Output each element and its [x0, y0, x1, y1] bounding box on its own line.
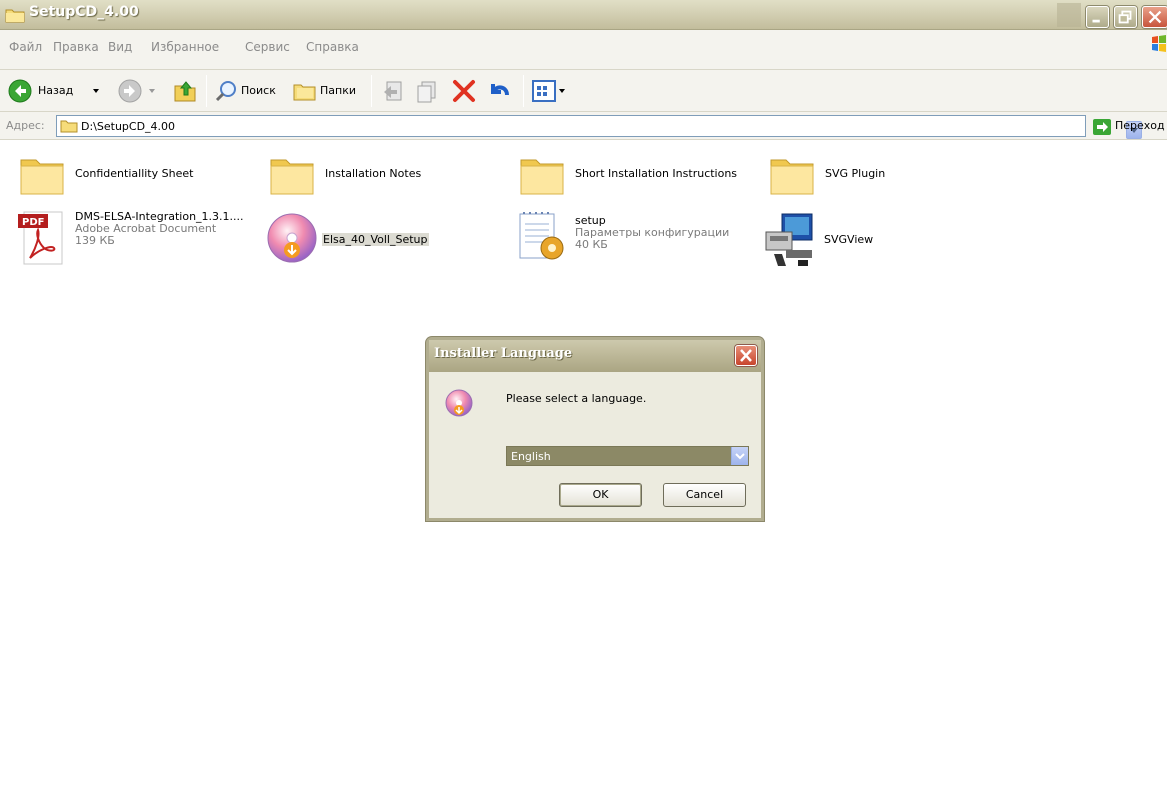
cancel-button[interactable]: Cancel: [663, 483, 746, 507]
undo-icon[interactable]: [486, 78, 512, 107]
toolbar: Назад Поиск Папки: [0, 70, 1167, 112]
window-title: SetupCD_4.00: [29, 4, 139, 20]
go-arrow-icon[interactable]: [1092, 118, 1112, 139]
delete-icon[interactable]: [451, 78, 477, 107]
folder-icon: [5, 7, 25, 26]
toolbar-separator: [206, 75, 207, 107]
forward-arrow-icon[interactable]: [118, 79, 142, 106]
address-path: D:\SetupCD_4.00: [81, 120, 176, 133]
back-dropdown-icon[interactable]: [92, 85, 100, 98]
folder-icon: [18, 150, 66, 201]
language-select[interactable]: English: [506, 446, 749, 466]
go-button-label[interactable]: Переход: [1115, 119, 1165, 132]
dialog-title: Installer Language: [434, 346, 573, 361]
installer-disc-icon: [445, 388, 473, 421]
forward-dropdown-icon[interactable]: [148, 85, 156, 98]
restore-button[interactable]: [1114, 6, 1137, 28]
title-bar-shade: [1057, 3, 1081, 27]
close-icon: [740, 349, 752, 362]
menu-view[interactable]: Вид: [108, 40, 132, 54]
installer-disc-icon: [266, 210, 318, 269]
up-folder-icon[interactable]: [172, 78, 198, 107]
toolbar-separator: [523, 75, 524, 107]
file-name: Installation Notes: [325, 167, 422, 180]
menu-help[interactable]: Справка: [306, 40, 359, 54]
menu-bar: Файл Правка Вид Избранное Сервис Справка: [0, 30, 1167, 70]
dialog-title-bar: Installer Language: [429, 340, 761, 372]
search-icon[interactable]: [215, 79, 239, 106]
title-bar: SetupCD_4.00: [0, 0, 1167, 30]
move-to-icon[interactable]: [381, 78, 407, 107]
ok-button[interactable]: OK: [559, 483, 642, 507]
file-name: SVG Plugin: [825, 167, 886, 180]
file-size: 40 КБ: [575, 238, 608, 251]
folder-icon: [268, 150, 316, 201]
copy-to-icon[interactable]: [414, 78, 440, 107]
folders-button-label[interactable]: Папки: [320, 84, 356, 97]
menu-edit[interactable]: Правка: [53, 40, 99, 54]
file-name: Confidentiallity Sheet: [75, 167, 194, 180]
file-name: Elsa_40_Voll_Setup: [322, 233, 429, 246]
file-name: SVGView: [824, 233, 874, 246]
dialog-close-button[interactable]: [735, 345, 757, 366]
minimize-button[interactable]: [1086, 6, 1109, 28]
menu-tools[interactable]: Сервис: [245, 40, 290, 54]
views-icon[interactable]: [532, 79, 566, 106]
config-file-icon: [516, 210, 568, 269]
computer-install-icon: [764, 210, 818, 271]
menu-file[interactable]: Файл: [9, 40, 42, 54]
folder-icon: [518, 150, 566, 201]
menu-favorites[interactable]: Избранное: [151, 40, 219, 54]
back-button-label[interactable]: Назад: [38, 84, 73, 97]
file-size: 139 КБ: [75, 234, 115, 247]
svg-text:PDF: PDF: [22, 217, 44, 228]
dialog-message: Please select a language.: [506, 392, 647, 405]
language-select-value: English: [511, 450, 551, 463]
close-window-button[interactable]: [1142, 6, 1167, 28]
search-button-label[interactable]: Поиск: [241, 84, 276, 97]
address-bar: Адрес: D:\SetupCD_4.00 Переход: [0, 112, 1167, 140]
installer-language-dialog: Installer Language Please select a langu…: [426, 337, 764, 521]
address-input[interactable]: D:\SetupCD_4.00: [56, 115, 1142, 139]
pdf-icon: PDF: [18, 210, 66, 269]
windows-logo-icon: [1150, 33, 1167, 58]
back-arrow-icon[interactable]: [8, 79, 32, 106]
chevron-down-icon[interactable]: [731, 447, 748, 465]
folders-icon[interactable]: [292, 79, 318, 106]
address-label: Адрес:: [6, 119, 45, 132]
folder-icon: [60, 119, 78, 136]
folder-icon: [768, 150, 816, 201]
file-name: Short Installation Instructions: [575, 167, 738, 180]
toolbar-separator: [371, 75, 372, 107]
